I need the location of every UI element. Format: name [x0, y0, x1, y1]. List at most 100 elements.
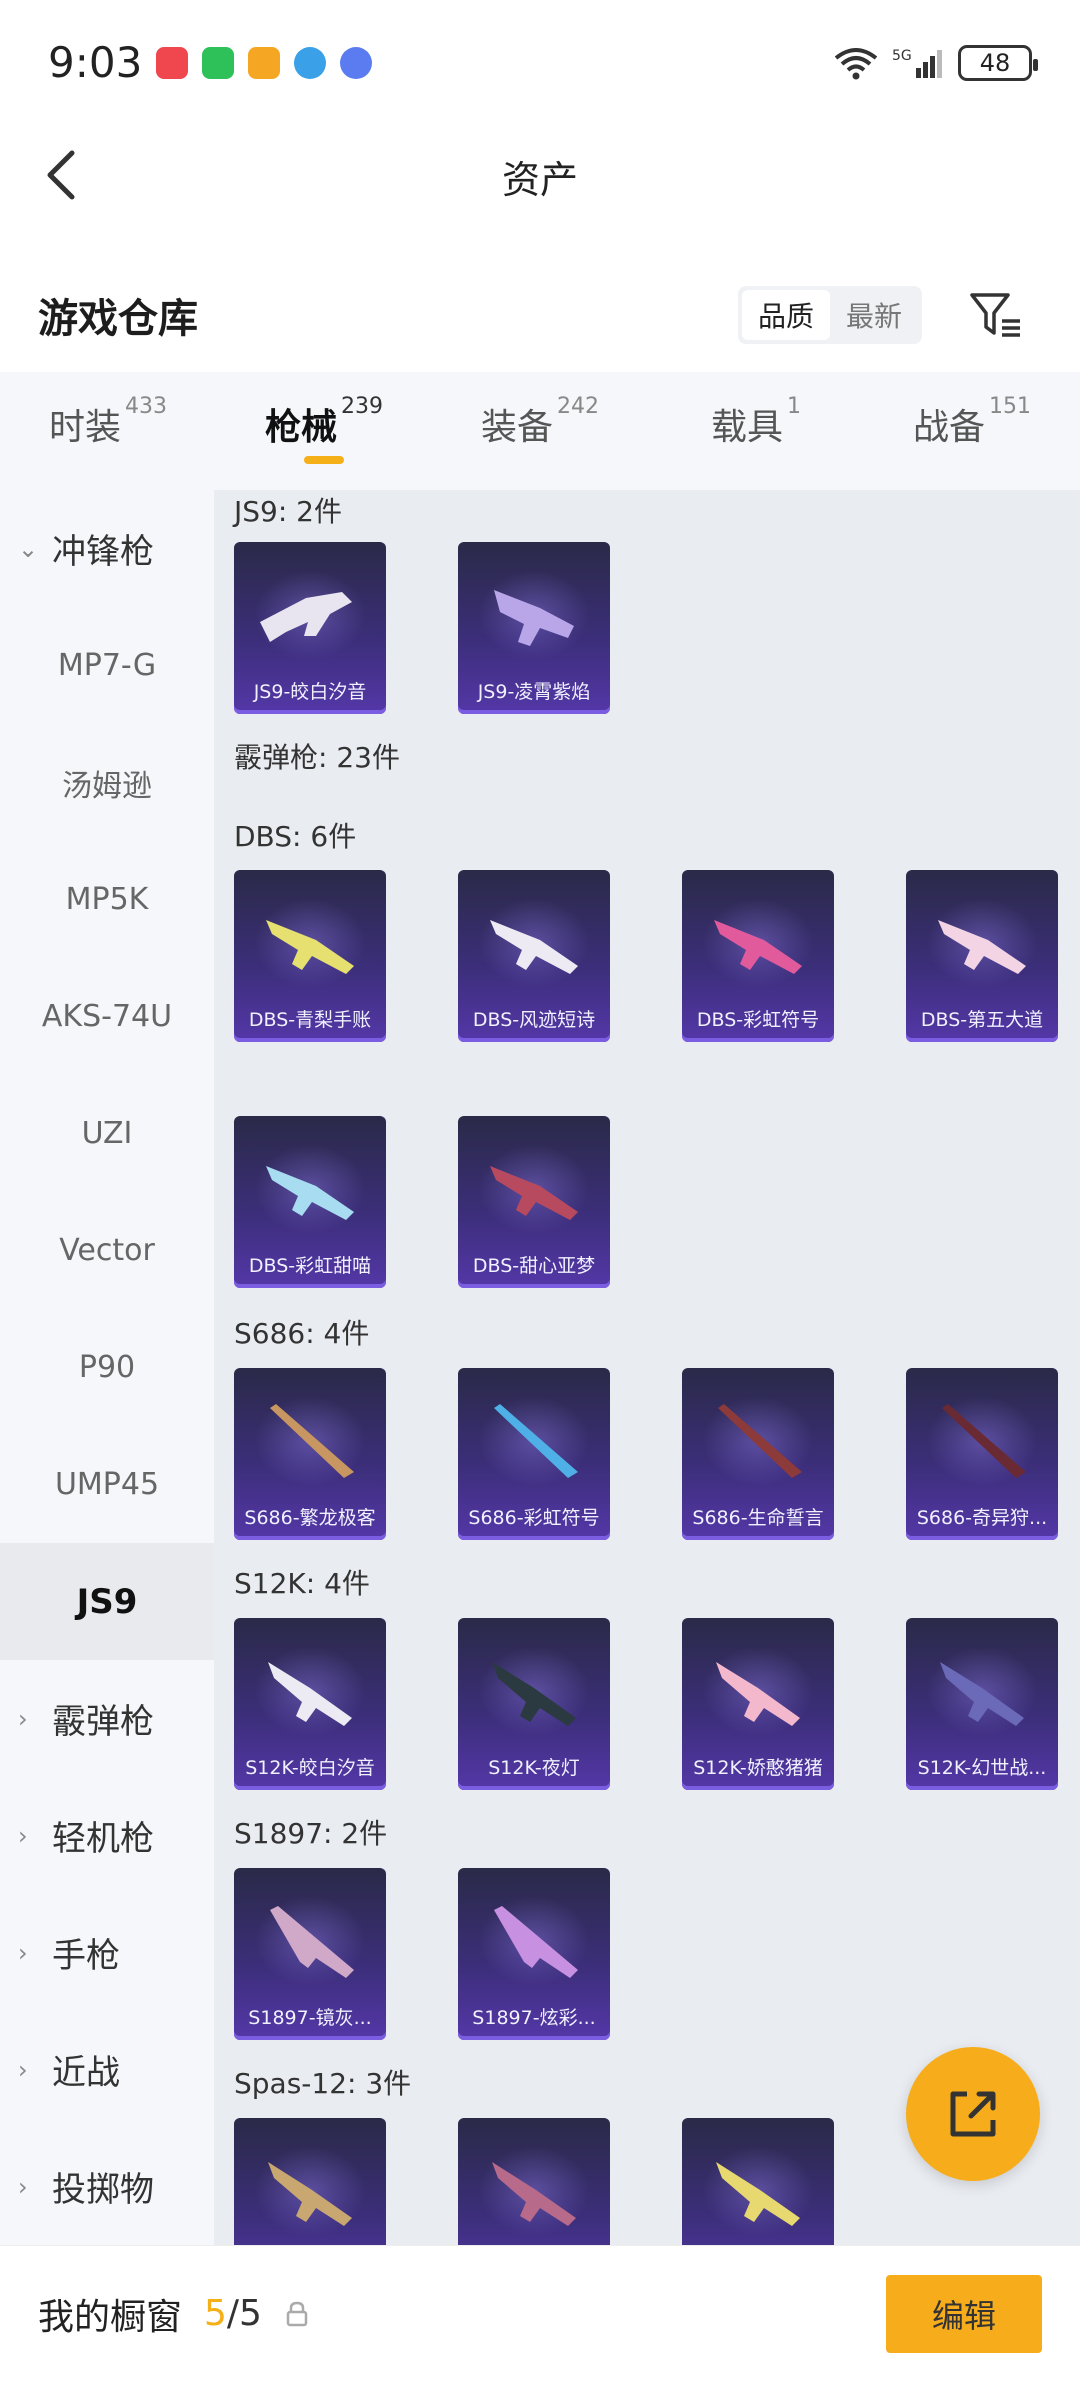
sidebar-item-thompson[interactable]: 汤姆逊 [0, 724, 214, 841]
card-label: S12K-幻世战... [917, 1757, 1047, 1779]
sidebar-item-vector[interactable]: Vector [0, 1192, 214, 1309]
skin-card[interactable]: DBS-青梨手账 [234, 870, 386, 1042]
sidebar-item-label: 投掷物 [52, 2170, 154, 2210]
card-label: S12K-皎白汐音 [245, 1757, 375, 1779]
chevron-left-icon [47, 150, 75, 200]
tab-fashion[interactable]: 时装433 [0, 394, 216, 464]
shotgun-icon [716, 2162, 800, 2226]
sidebar-item-label: MP7-G [57, 648, 157, 683]
pump-shotgun-icon [270, 1906, 354, 1978]
svg-text:5G: 5G [892, 48, 912, 64]
tab-count: 242 [557, 394, 599, 419]
sidebar-item-mp5k[interactable]: MP5K [0, 841, 214, 958]
sidebar-item-lmg[interactable]: › 轻机枪 [0, 1777, 214, 1894]
sidebar-item-melee[interactable]: › 近战 [0, 2011, 214, 2128]
weapon-skin-list: JS9: 2件 JS9-皎白汐音 JS9-凌霄紫焰 霰弹枪: 23件 DBS: … [214, 490, 1080, 2245]
rifle-icon [492, 1662, 576, 1726]
skin-card[interactable]: JS9-皎白汐音 [234, 542, 386, 714]
sidebar-item-smg[interactable]: ⌄ 冲锋枪 [0, 490, 214, 607]
page-title: 资产 [501, 157, 578, 202]
card-label: S12K-夜灯 [488, 1757, 580, 1779]
skin-card[interactable]: S1897-镜灰... [234, 1868, 386, 2040]
skin-card[interactable]: S12K-夜灯 [458, 1618, 610, 1790]
skin-card[interactable]: S686-生命誓言 [682, 1368, 834, 1540]
double-barrel-icon [718, 1404, 802, 1478]
chevron-right-icon: › [18, 1938, 28, 1967]
active-tab-indicator [304, 456, 344, 464]
pump-shotgun-icon [494, 1906, 578, 1978]
signal-icon: 5G [892, 48, 942, 78]
skin-card[interactable]: DBS-甜心亚梦 [458, 1116, 610, 1288]
sidebar-item-ump45[interactable]: UMP45 [0, 1426, 214, 1543]
rifle-icon [268, 1662, 352, 1726]
sidebar-item-aks74u[interactable]: AKS-74U [0, 958, 214, 1075]
wechat-icon [202, 46, 235, 79]
tab-firearms[interactable]: 枪械239 [216, 394, 432, 464]
weapon-type-sidebar: ⌄ 冲锋枪 MP7-G 汤姆逊 MP5K AKS-74U UZI Vector … [0, 490, 214, 2245]
chevron-right-icon: › [18, 1704, 28, 1733]
skin-card[interactable]: S686-繁龙极客 [234, 1368, 386, 1540]
sidebar-item-label: 近战 [52, 2053, 120, 2093]
skin-card[interactable] [682, 2118, 834, 2245]
skin-card[interactable]: S12K-皎白汐音 [234, 1618, 386, 1790]
skin-card[interactable]: S1897-炫彩... [458, 1868, 610, 2040]
card-label: S686-彩虹符号 [468, 1507, 600, 1529]
sidebar-item-mp7g[interactable]: MP7-G [0, 607, 214, 724]
shotgun-icon [938, 920, 1026, 974]
sidebar-item-label: AKS-74U [41, 999, 173, 1034]
tab-equipment[interactable]: 装备242 [432, 394, 648, 464]
filter-icon[interactable] [968, 287, 1024, 343]
skin-card[interactable]: DBS-风迹短诗 [458, 870, 610, 1042]
chevron-right-icon: › [18, 2172, 28, 2201]
sidebar-item-pistol[interactable]: › 手枪 [0, 1894, 214, 2011]
sidebar-item-label: 冲锋枪 [52, 532, 154, 572]
skin-card[interactable]: S12K-娇憨猪猪 [682, 1618, 834, 1790]
sidebar-item-label: UMP45 [54, 1467, 160, 1502]
edit-button[interactable]: 编辑 [886, 2274, 1042, 2353]
tab-label: 载具 [710, 407, 783, 448]
skin-card[interactable]: DBS-彩虹甜喵 [234, 1116, 386, 1288]
back-button[interactable] [30, 145, 90, 205]
tab-count: 1 [787, 394, 801, 419]
tab-label: 枪械 [264, 407, 337, 448]
smg-icon [494, 590, 574, 646]
shotgun-icon [490, 1166, 578, 1220]
lock-icon [286, 2301, 308, 2326]
skin-card[interactable] [234, 2118, 386, 2245]
game-app-icon [248, 46, 281, 79]
sort-quality-option[interactable]: 品质 [741, 290, 830, 340]
warehouse-title: 游戏仓库 [38, 296, 198, 342]
sidebar-item-label: 霰弹枪 [52, 1702, 154, 1742]
group-label-dbs: DBS: 6件 [234, 820, 357, 853]
group-label-shotgun: 霰弹枪: 23件 [234, 741, 400, 774]
skin-card[interactable]: S686-彩虹符号 [458, 1368, 610, 1540]
rifle-icon [716, 1662, 800, 1726]
tab-vehicles[interactable]: 载具1 [648, 394, 864, 464]
skin-card[interactable]: S12K-幻世战... [906, 1618, 1058, 1790]
skin-card[interactable]: JS9-凌霄紫焰 [458, 542, 610, 714]
sort-newest-option[interactable]: 最新 [830, 290, 918, 340]
card-label: S12K-娇憨猪猪 [693, 1757, 823, 1779]
sidebar-item-label: UZI [81, 1116, 133, 1151]
skin-card[interactable]: S686-奇异狩... [906, 1368, 1058, 1540]
tab-count: 151 [989, 394, 1031, 419]
sidebar-item-js9[interactable]: JS9 [0, 1543, 214, 1660]
sidebar-item-p90[interactable]: P90 [0, 1309, 214, 1426]
share-button[interactable] [906, 2047, 1040, 2181]
sidebar-item-shotgun[interactable]: › 霰弹枪 [0, 1660, 214, 1777]
shotgun-icon [714, 920, 802, 974]
showcase-count: 5/5 [204, 2293, 262, 2334]
showcase-total: /5 [226, 2293, 262, 2334]
shotgun-icon [492, 2162, 576, 2226]
card-label: S686-繁龙极客 [244, 1507, 376, 1529]
sidebar-item-uzi[interactable]: UZI [0, 1075, 214, 1192]
status-app-icons [156, 46, 373, 79]
double-barrel-icon [494, 1404, 578, 1478]
group-label-s686: S686: 4件 [234, 1317, 370, 1350]
skin-card[interactable]: DBS-彩虹符号 [682, 870, 834, 1042]
tab-supplies[interactable]: 战备151 [864, 394, 1080, 464]
skin-card[interactable] [458, 2118, 610, 2245]
skin-card[interactable]: DBS-第五大道 [906, 870, 1058, 1042]
sidebar-item-throwables[interactable]: › 投掷物 [0, 2128, 214, 2245]
shopping-app-icon [156, 46, 189, 79]
